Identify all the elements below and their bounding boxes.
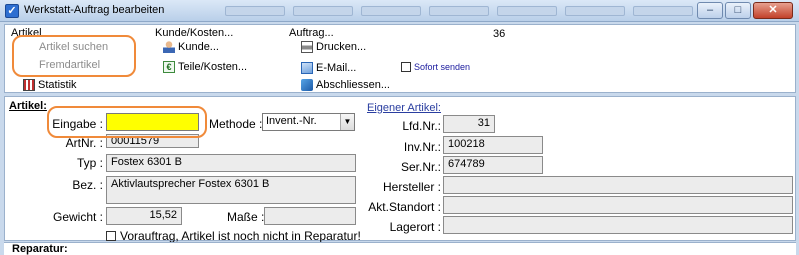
invnr-field: 100218 <box>443 136 543 154</box>
chart-icon <box>23 79 35 91</box>
abschliessen-button[interactable]: Abschliessen... <box>301 79 390 91</box>
reparatur-section: Reparatur: <box>4 242 796 255</box>
statistik-button[interactable]: Statistik <box>23 79 77 91</box>
typ-label: Typ : <box>76 156 103 170</box>
auftrag-number: 36 <box>493 28 506 40</box>
lagerort-label: Lagerort : <box>389 220 441 234</box>
minimize-button[interactable]: – <box>697 2 723 19</box>
chevron-down-icon[interactable]: ▼ <box>340 114 354 130</box>
checkbox-box[interactable] <box>401 62 411 72</box>
background-tab[interactable] <box>633 6 693 16</box>
sofort-senden-label: Sofort senden <box>414 62 471 72</box>
window-title: Werkstatt-Auftrag bearbeiten <box>24 4 165 16</box>
statistik-label: Statistik <box>38 79 77 91</box>
lagerort-field <box>443 216 793 234</box>
bez-label: Bez. : <box>72 178 103 192</box>
background-tab[interactable] <box>293 6 353 16</box>
euro-icon: € <box>163 61 175 73</box>
hersteller-label: Hersteller : <box>382 180 441 194</box>
kunde-group-label: Kunde/Kosten... <box>155 27 234 39</box>
methode-value: Invent.-Nr. <box>266 115 317 127</box>
bez-field: Aktivlautsprecher Fostex 6301 B <box>106 176 356 204</box>
masse-label: Maße : <box>227 210 265 224</box>
lfdnr-field: 31 <box>443 115 495 133</box>
background-tab[interactable] <box>429 6 489 16</box>
background-tab[interactable] <box>565 6 625 16</box>
kunde-button[interactable]: Kunde... <box>163 41 219 53</box>
drucken-button[interactable]: Drucken... <box>301 41 366 53</box>
person-icon <box>163 41 175 53</box>
masse-field <box>264 207 356 225</box>
vorauftrag-checkbox[interactable]: Vorauftrag, Artikel ist noch nicht in Re… <box>106 229 361 243</box>
highlight-ring <box>12 35 136 77</box>
highlight-ring <box>47 106 207 138</box>
vorauftrag-label: Vorauftrag, Artikel ist noch nicht in Re… <box>120 229 361 243</box>
maximize-button[interactable]: □ <box>725 2 751 19</box>
reparatur-label: Reparatur: <box>12 243 68 255</box>
section-label: Artikel: <box>9 100 47 112</box>
background-tabs <box>225 6 699 18</box>
auftrag-group-label: Auftrag... <box>289 27 334 39</box>
drucken-label: Drucken... <box>316 41 367 53</box>
artnr-label: ArtNr. : <box>65 136 103 150</box>
exit-icon <box>301 79 313 91</box>
gewicht-label: Gewicht : <box>52 210 103 224</box>
sernr-field: 674789 <box>443 156 543 174</box>
gewicht-field: 15,52 <box>106 207 182 225</box>
email-label: E-Mail... <box>316 62 357 74</box>
title-bar: ✓ Werkstatt-Auftrag bearbeiten – □ ✕ <box>0 0 799 22</box>
teile-kosten-label: Teile/Kosten... <box>178 61 248 73</box>
invnr-label: Inv.Nr.: <box>403 140 441 154</box>
background-tab[interactable] <box>497 6 557 16</box>
standort-label: Akt.Standort : <box>368 200 441 214</box>
teile-kosten-button[interactable]: € Teile/Kosten... <box>163 61 247 73</box>
sofort-senden-checkbox[interactable]: Sofort senden <box>401 62 470 72</box>
standort-field <box>443 196 793 214</box>
lfdnr-label: Lfd.Nr.: <box>402 119 441 133</box>
app-icon: ✓ <box>5 4 19 18</box>
mail-icon <box>301 62 313 74</box>
typ-field: Fostex 6301 B <box>106 154 356 172</box>
methode-label: Methode : <box>209 117 263 131</box>
email-button[interactable]: E-Mail... <box>301 62 356 74</box>
sernr-label: Ser.Nr.: <box>400 160 441 174</box>
hersteller-field <box>443 176 793 194</box>
close-button[interactable]: ✕ <box>753 2 793 19</box>
checkbox-box[interactable] <box>106 231 116 241</box>
eigener-artikel-link[interactable]: Eigener Artikel: <box>367 102 441 114</box>
background-tab[interactable] <box>225 6 285 16</box>
methode-select[interactable]: Invent.-Nr. ▼ <box>262 113 355 131</box>
printer-icon <box>301 41 313 53</box>
abschliessen-label: Abschliessen... <box>316 79 390 91</box>
background-tab[interactable] <box>361 6 421 16</box>
kunde-label: Kunde... <box>178 41 219 53</box>
